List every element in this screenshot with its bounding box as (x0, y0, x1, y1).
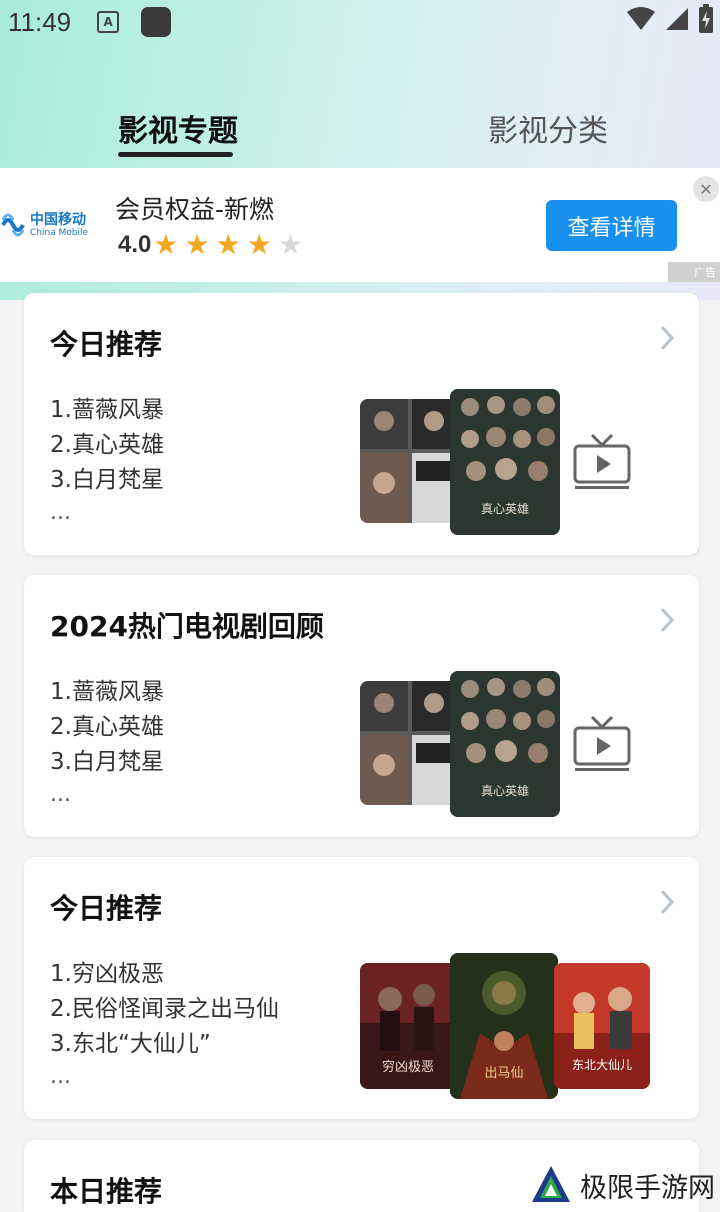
more-ellipsis: ... (50, 782, 71, 807)
poster-title: 真心英雄 (481, 501, 529, 516)
more-ellipsis: ... (50, 500, 71, 525)
china-mobile-logo: 中国移动 China Mobile (0, 208, 96, 242)
topic-card[interactable]: 今日推荐 1.穷凶极恶 2.民俗怪闻录之出马仙 3.东北“大仙儿” ... 穷凶… (24, 857, 699, 1119)
star-empty-icon: ★ (277, 228, 303, 261)
list-item[interactable]: 1.蔷薇风暴 (50, 393, 164, 428)
ad-title: 会员权益-新燃 (115, 195, 275, 224)
poster-qiongxiong-ji-e: 穷凶极恶 (360, 963, 456, 1089)
brand-en: China Mobile (30, 227, 89, 238)
star-icon: ★ (246, 228, 272, 261)
card-list: 1.穷凶极恶 2.民俗怪闻录之出马仙 3.东北“大仙儿” ... (50, 957, 279, 1092)
notification-a-icon: A (97, 11, 120, 33)
list-item[interactable]: 3.白月梵星 (50, 745, 164, 780)
notification-app-icon (141, 7, 172, 37)
tv-icon[interactable] (572, 715, 632, 773)
list-item[interactable]: 3.东北“大仙儿” (50, 1027, 279, 1062)
watermark-logo-icon (529, 1163, 573, 1207)
battery-icon (699, 4, 713, 33)
poster-zhenxin-yingxiong: 真心英雄 (450, 671, 560, 817)
list-item[interactable]: 1.蔷薇风暴 (50, 675, 164, 710)
poster-title: 穷凶极恶 (382, 1059, 434, 1075)
poster-zhenxin-yingxiong: 真心英雄 (450, 389, 560, 535)
ad-rating: 4.0 ★ ★ ★ ★ ★ (118, 230, 309, 260)
poster-chumaxian: 出马仙 (450, 953, 558, 1099)
chevron-right-icon[interactable] (659, 889, 675, 915)
poster-group[interactable]: 穷凶极恶 出马仙 东北大仙儿 (360, 953, 650, 1103)
card-title: 今日推荐 (50, 892, 163, 925)
signal-icon (666, 8, 688, 30)
topic-card[interactable]: 2024热门电视剧回顾 1.蔷薇风暴 2.真心英雄 3.白月梵星 ... 真心英… (24, 575, 699, 837)
poster-title: 出马仙 (484, 1066, 523, 1081)
tab-topics[interactable]: 影视专题 (118, 106, 238, 150)
card-title: 2024热门电视剧回顾 (50, 610, 324, 643)
list-item[interactable]: 2.真心英雄 (50, 428, 164, 463)
wifi-icon (627, 7, 655, 30)
poster-dongbei-daxianer: 东北大仙儿 (554, 963, 650, 1089)
card-title: 今日推荐 (50, 328, 163, 361)
list-item[interactable]: 1.穷凶极恶 (50, 957, 279, 992)
poster-title: 东北大仙儿 (572, 1058, 632, 1072)
tab-categories[interactable]: 影视分类 (488, 106, 608, 150)
active-tab-indicator (118, 152, 233, 157)
list-item[interactable]: 2.真心英雄 (50, 710, 164, 745)
status-bar: 11:49 A (0, 0, 720, 44)
tv-icon[interactable] (572, 433, 632, 491)
list-item[interactable]: 3.白月梵星 (50, 463, 164, 498)
poster-thumbnail (360, 399, 460, 523)
card-title: 本日推荐 (50, 1175, 163, 1208)
ad-banner[interactable]: 中国移动 China Mobile 会员权益-新燃 4.0 ★ ★ ★ ★ ★ … (0, 168, 720, 282)
star-icon: ★ (184, 228, 210, 261)
star-icon: ★ (215, 228, 241, 261)
poster-thumbnail (360, 681, 460, 805)
ad-close-icon[interactable]: ✕ (693, 176, 719, 202)
status-icons (626, 4, 714, 34)
chevron-right-icon[interactable] (659, 607, 675, 633)
more-ellipsis: ... (50, 1064, 71, 1089)
topic-card[interactable]: 今日推荐 1.蔷薇风暴 2.真心英雄 3.白月梵星 ... 真心英雄 (24, 293, 699, 555)
status-time: 11:49 (8, 6, 72, 37)
card-list: 1.蔷薇风暴 2.真心英雄 3.白月梵星 ... (50, 393, 164, 528)
star-icon: ★ (153, 228, 179, 261)
view-details-button[interactable]: 查看详情 (546, 200, 677, 251)
card-list: 1.蔷薇风暴 2.真心英雄 3.白月梵星 ... (50, 675, 164, 810)
ad-badge-text: 广告 (694, 266, 716, 279)
watermark: 极限手游网 (528, 1162, 715, 1208)
ad-label-badge: 广告 (668, 262, 720, 282)
china-mobile-logo-icon (1, 213, 25, 237)
rating-value: 4.0 (118, 231, 152, 258)
watermark-text: 极限手游网 (580, 1172, 715, 1204)
top-tabs: 影视专题 影视分类 (0, 100, 720, 160)
chevron-right-icon[interactable] (659, 325, 675, 351)
list-item[interactable]: 2.民俗怪闻录之出马仙 (50, 992, 279, 1027)
poster-title: 真心英雄 (481, 783, 529, 798)
brand-cn: 中国移动 (30, 211, 86, 228)
